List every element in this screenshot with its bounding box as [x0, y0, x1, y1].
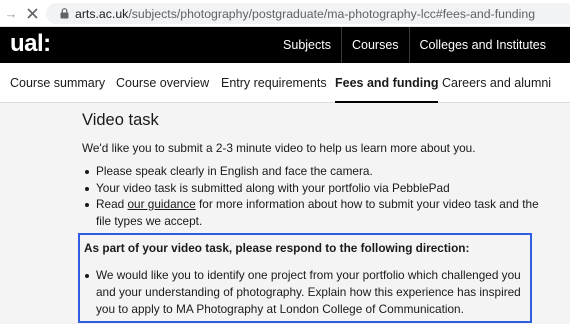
guidance-prefix: Read — [96, 197, 128, 211]
tab-course-overview[interactable]: Course overview — [116, 63, 209, 103]
intro-text: We'd like you to submit a 2-3 minute vid… — [82, 141, 476, 155]
direction-heading: As part of your video task, please respo… — [84, 241, 470, 255]
top-navigation: Subjects Courses Colleges and Institutes — [273, 27, 556, 63]
nav-subjects[interactable]: Subjects — [273, 27, 341, 63]
stop-loading-icon[interactable] — [24, 7, 40, 19]
site-header: ual: Subjects Courses Colleges and Insti… — [0, 27, 570, 63]
url-text: arts.ac.uk/subjects/photography/postgrad… — [75, 7, 535, 21]
list-item: Your video task is submitted along with … — [84, 180, 546, 197]
lock-icon[interactable] — [59, 8, 69, 20]
direction-highlight-box: As part of your video task, please respo… — [78, 233, 532, 323]
section-title: Video task — [82, 111, 159, 129]
direction-list: We would like you to identify one projec… — [84, 267, 524, 318]
browser-toolbar: → arts.ac.uk/subjects/photography/postgr… — [0, 0, 570, 27]
nav-courses[interactable]: Courses — [342, 27, 409, 63]
tab-fees-and-funding[interactable]: Fees and funding — [335, 63, 439, 104]
address-bar[interactable]: arts.ac.uk/subjects/photography/postgrad… — [46, 3, 570, 24]
url-host: arts.ac.uk — [75, 6, 129, 21]
direction-item: We would like you to identify one projec… — [84, 267, 524, 318]
url-path: /subjects/photography/postgraduate/ma-ph… — [128, 6, 536, 21]
list-item: Read our guidance for more information a… — [84, 196, 546, 229]
tab-entry-requirements[interactable]: Entry requirements — [221, 63, 327, 103]
course-tabs: Course summary Course overview Entry req… — [0, 63, 570, 104]
nav-colleges-and-institutes[interactable]: Colleges and Institutes — [410, 27, 556, 63]
forward-arrow-icon[interactable]: → — [4, 0, 18, 27]
main-content: Video task We'd like you to submit a 2-3… — [0, 103, 570, 324]
tab-careers-and-alumni[interactable]: Careers and alumni — [442, 63, 551, 103]
list-item: Please speak clearly in English and face… — [84, 163, 546, 180]
ual-logo[interactable]: ual: — [10, 30, 51, 58]
guidance-link[interactable]: our guidance — [127, 197, 195, 211]
tab-course-summary[interactable]: Course summary — [10, 63, 105, 103]
video-task-list: Please speak clearly in English and face… — [84, 163, 546, 229]
